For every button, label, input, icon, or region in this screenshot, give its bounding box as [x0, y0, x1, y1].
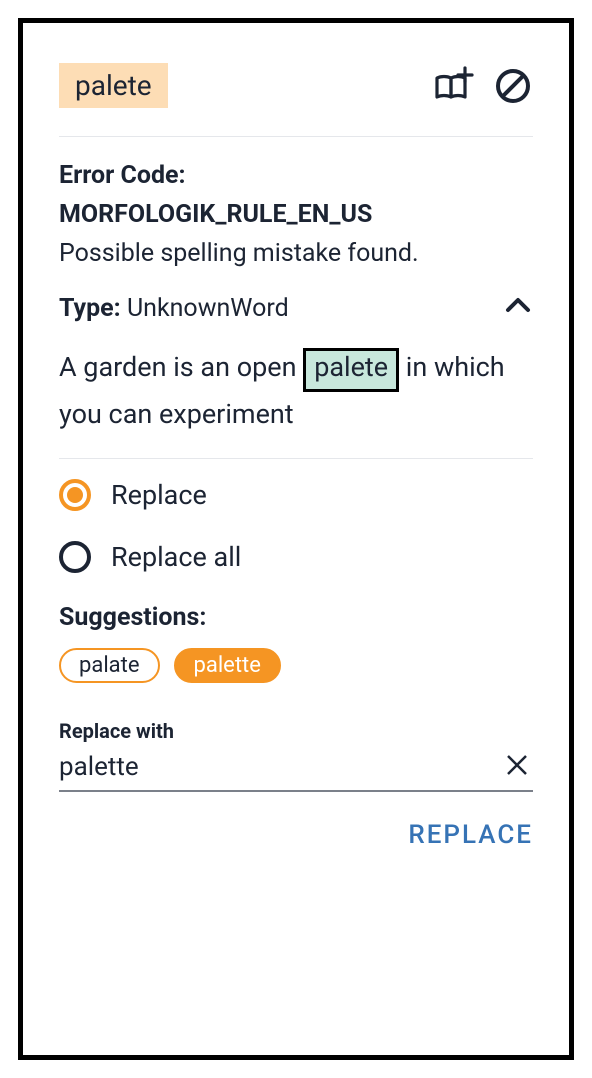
collapse-button[interactable]	[503, 291, 533, 325]
replace-with-label: Replace with	[59, 719, 533, 743]
replace-all-option[interactable]: Replace all	[59, 541, 533, 573]
book-plus-icon	[431, 64, 475, 108]
suggestions-label: Suggestions:	[59, 603, 533, 632]
radio-selected-icon	[59, 479, 91, 511]
chevron-up-icon	[503, 291, 533, 321]
context-before: A garden is an open	[59, 351, 303, 383]
context-highlight: palete	[303, 348, 399, 392]
error-description: Possible spelling mistake found.	[59, 235, 533, 274]
ignore-button[interactable]	[493, 66, 533, 106]
header-icons	[431, 64, 533, 108]
type-row: Type: UnknownWord	[59, 291, 533, 325]
replace-all-option-label: Replace all	[111, 541, 241, 573]
action-row: REPLACE	[59, 820, 533, 850]
radio-dot	[67, 487, 83, 503]
cancel-icon	[493, 66, 533, 106]
suggestion-chip-palette[interactable]: palette	[174, 648, 281, 683]
radio-unselected-icon	[59, 541, 91, 573]
error-section: Error Code: MORFOLOGIK_RULE_EN_US Possib…	[59, 157, 533, 273]
replace-option[interactable]: Replace	[59, 479, 533, 511]
divider	[59, 136, 533, 137]
replace-with-input[interactable]	[59, 752, 501, 782]
replace-button[interactable]: REPLACE	[408, 820, 533, 850]
error-code-value: MORFOLOGIK_RULE_EN_US	[59, 196, 533, 235]
type-value: UnknownWord	[127, 294, 289, 323]
clear-input-button[interactable]	[501, 751, 533, 784]
error-code-label: Error Code:	[59, 161, 186, 190]
type-label-group: Type: UnknownWord	[59, 294, 289, 323]
replace-input-row	[59, 751, 533, 792]
replace-mode-group: Replace Replace all	[59, 479, 533, 573]
divider	[59, 458, 533, 459]
suggestion-chip-palate[interactable]: palate	[59, 648, 160, 683]
header-row: palete	[59, 63, 533, 108]
suggestion-chips: palate palette	[59, 648, 533, 683]
replace-option-label: Replace	[111, 479, 207, 511]
add-to-dictionary-button[interactable]	[431, 64, 475, 108]
close-icon	[505, 753, 529, 777]
spellcheck-panel: palete	[18, 18, 574, 1060]
type-label: Type:	[59, 294, 121, 323]
context-sentence: A garden is an open palete in which you …	[59, 345, 533, 438]
misspelled-word-chip: palete	[59, 63, 168, 108]
